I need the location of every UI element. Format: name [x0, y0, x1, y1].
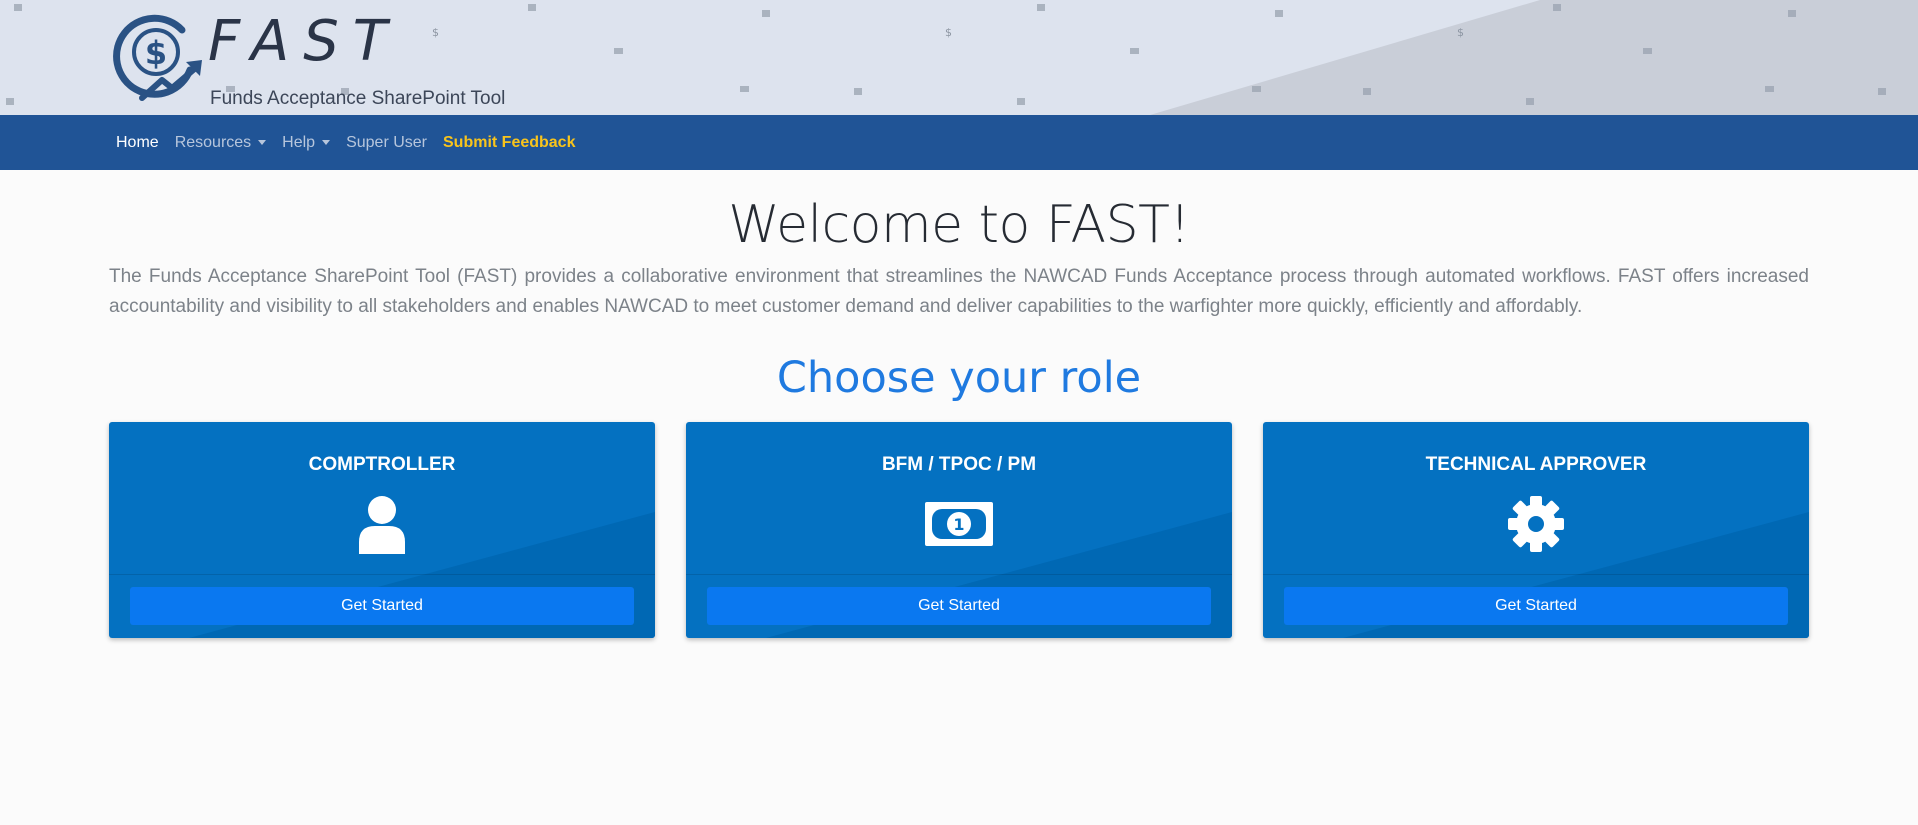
get-started-button[interactable]: Get Started — [1284, 587, 1788, 625]
nav-resources-label: Resources — [174, 133, 252, 151]
role-card-title: TECHNICAL APPROVER — [1425, 454, 1647, 475]
nav-help-label: Help — [282, 133, 316, 151]
svg-text:$: $ — [1457, 26, 1464, 39]
svg-text:1: 1 — [953, 515, 964, 534]
choose-role-heading: Choose your role — [776, 353, 1142, 403]
gear-icon — [1501, 494, 1571, 554]
main-content: Welcome to FAST! The Funds Acceptance Sh… — [0, 192, 1918, 638]
logo-subtitle: Funds Acceptance SharePoint Tool — [210, 88, 506, 109]
main-nav: Home Resources Help Super User Submit Fe… — [0, 115, 1918, 170]
logo[interactable]: $ FAST Funds Acceptance SharePoint Tool — [112, 8, 505, 110]
role-card-technical-approver: TECHNICAL APPROVER Get Started — [1263, 422, 1809, 638]
get-started-button[interactable]: Get Started — [707, 587, 1211, 625]
svg-text:$: $ — [945, 26, 952, 39]
dollar-growth-icon: $ — [112, 8, 204, 102]
nav-super-user[interactable]: Super User — [346, 134, 427, 152]
nav-super-user-label: Super User — [346, 133, 427, 151]
role-card-bfm-tpoc-pm: BFM / TPOC / PM 1 Get Started — [686, 422, 1232, 638]
user-icon — [347, 494, 417, 554]
role-card-title: COMPTROLLER — [308, 454, 456, 475]
intro-paragraph: The Funds Acceptance SharePoint Tool (FA… — [109, 266, 1809, 317]
header-banner: $ $ $ $ FAST Funds Acceptance SharePoint… — [0, 0, 1918, 115]
nav-home-label: Home — [116, 133, 159, 151]
role-cards: COMPTROLLER Get Started BFM / TPOC / PM — [109, 422, 1809, 638]
page-title: Welcome to FAST! — [728, 195, 1190, 255]
role-card-title: BFM / TPOC / PM — [881, 454, 1037, 475]
role-card-comptroller: COMPTROLLER Get Started — [109, 422, 655, 638]
get-started-button[interactable]: Get Started — [130, 587, 634, 625]
nav-submit-feedback-label: Submit Feedback — [443, 133, 576, 151]
money-bill-icon: 1 — [924, 494, 994, 554]
nav-home[interactable]: Home — [116, 134, 159, 152]
logo-title: FAST — [208, 9, 401, 74]
caret-down-icon — [322, 140, 331, 145]
nav-help-dropdown[interactable]: Help — [282, 133, 331, 152]
caret-down-icon — [258, 140, 267, 145]
nav-submit-feedback[interactable]: Submit Feedback — [443, 134, 575, 152]
nav-resources-dropdown[interactable]: Resources — [174, 133, 267, 152]
svg-text:$: $ — [145, 34, 167, 72]
